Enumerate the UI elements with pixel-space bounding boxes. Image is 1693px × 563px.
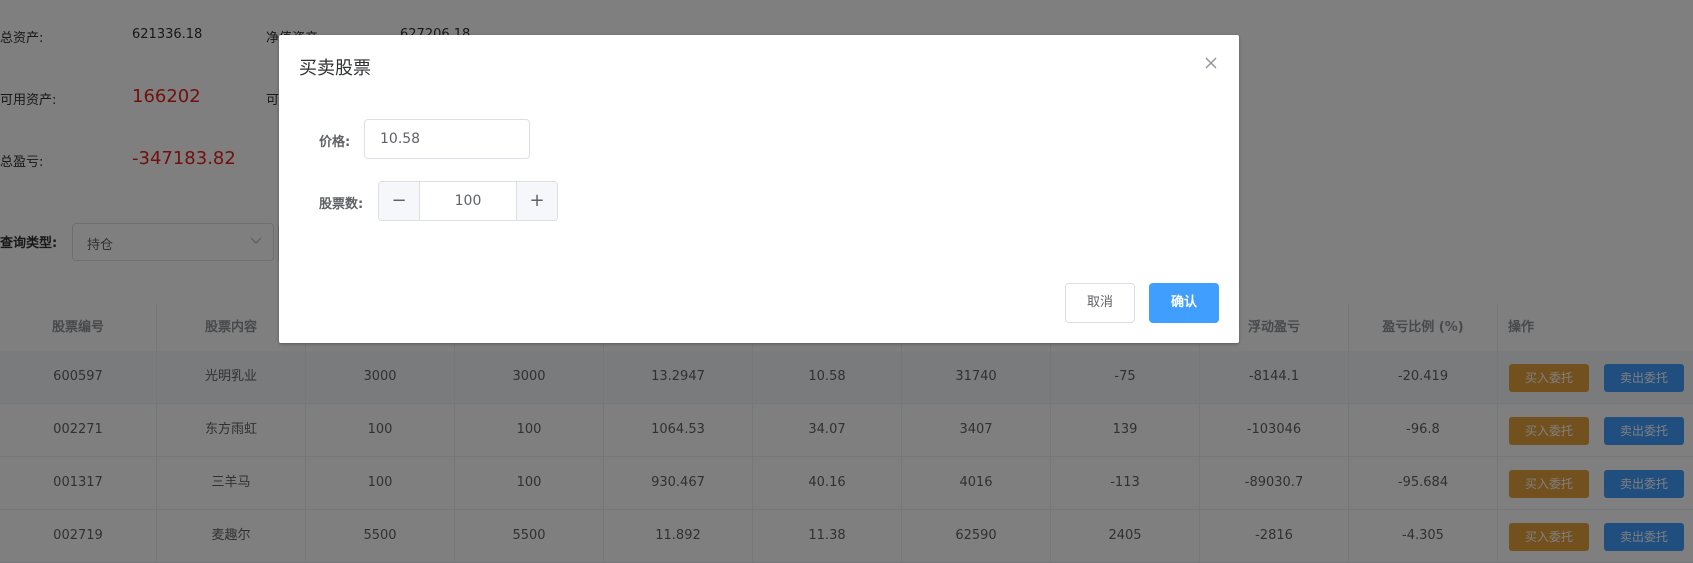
price-label: 价格:: [319, 135, 351, 150]
quantity-stepper: − 100 +: [378, 181, 558, 221]
close-icon[interactable]: [1203, 55, 1219, 71]
decrement-button[interactable]: −: [379, 182, 420, 220]
price-input[interactable]: [365, 120, 520, 158]
cancel-button[interactable]: 取消: [1065, 283, 1135, 323]
confirm-button[interactable]: 确认: [1149, 283, 1219, 323]
quantity-value[interactable]: 100: [420, 182, 516, 220]
price-field-wrapper: [364, 119, 530, 159]
increment-button[interactable]: +: [516, 182, 557, 220]
dialog-title: 买卖股票: [299, 58, 371, 79]
page: 总资产: 621336.18 净值资产: 627206.18 可用资产: 166…: [0, 0, 1693, 563]
trade-dialog: 买卖股票 价格: 股票数: − 100 + 取消 确认: [279, 35, 1239, 343]
quantity-label: 股票数:: [319, 197, 364, 212]
